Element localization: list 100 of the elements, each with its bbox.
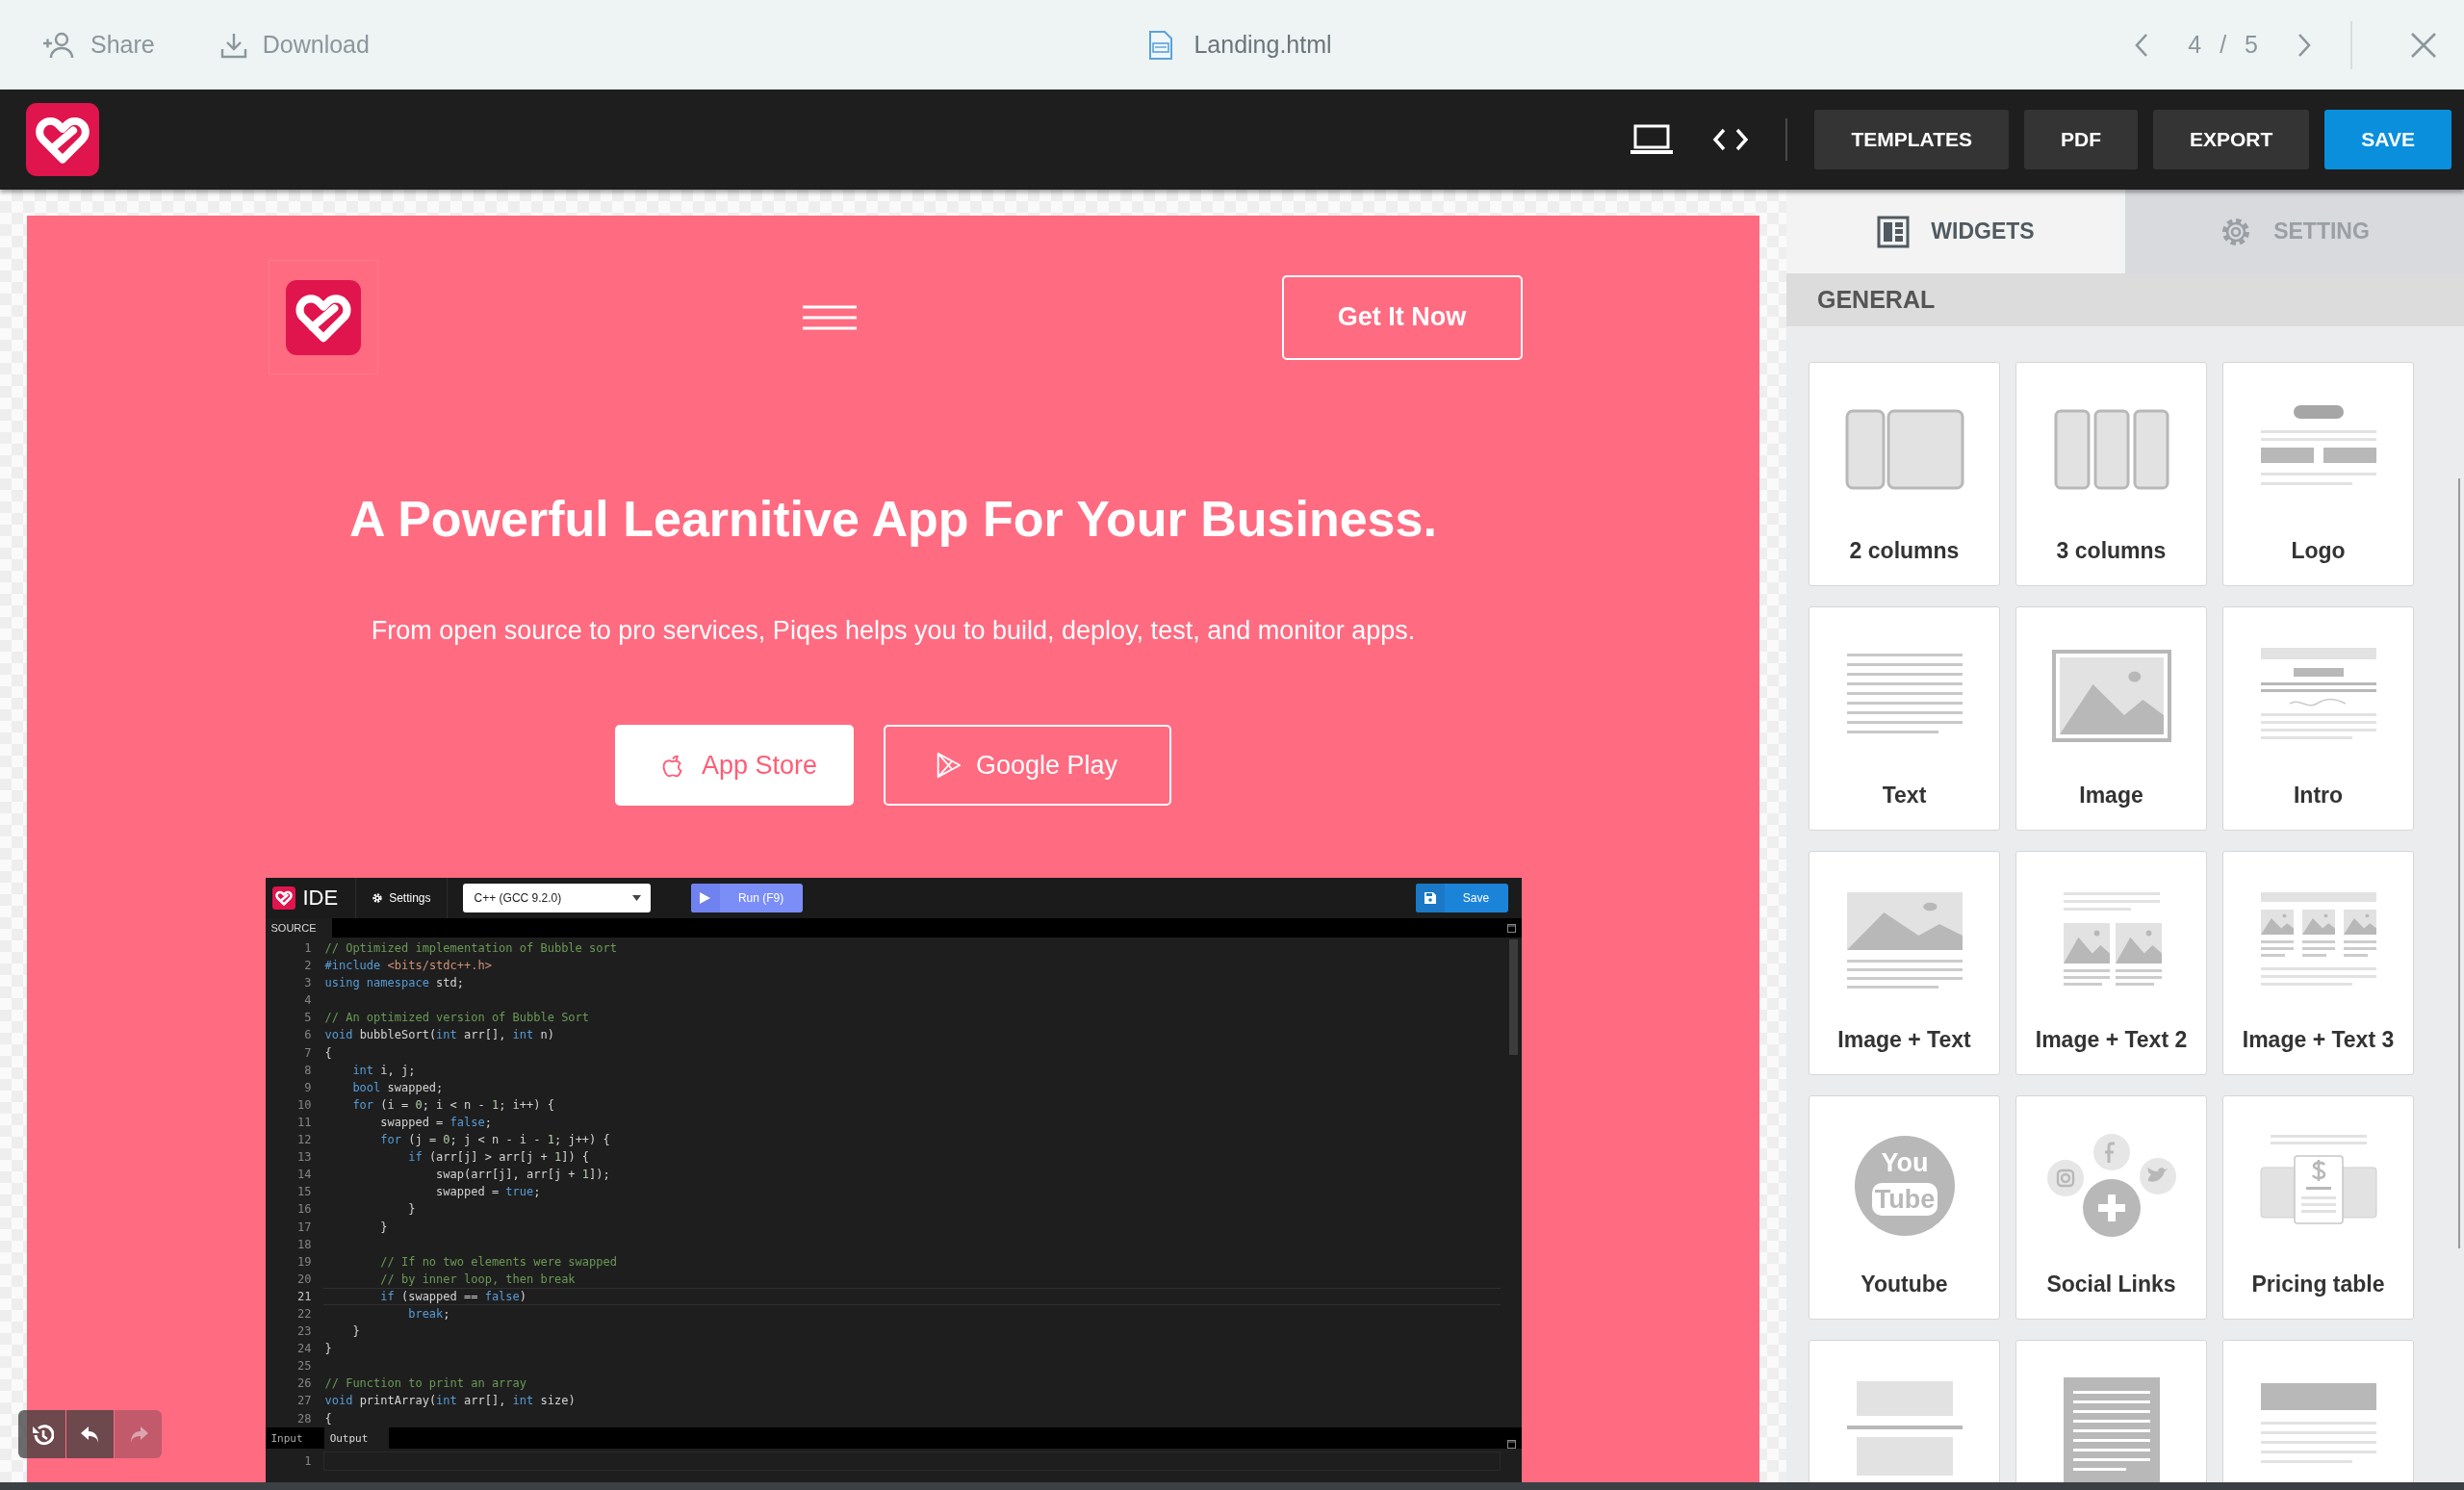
line-number: 7 (303, 1044, 313, 1062)
widget-label: Image + Text 2 (2035, 1027, 2188, 1053)
code-icon (1712, 127, 1750, 152)
code-view-button[interactable] (1712, 127, 1750, 152)
code-line: } (407, 1201, 417, 1219)
close-icon (2410, 31, 2437, 59)
history-button[interactable] (18, 1410, 65, 1458)
widget-card[interactable]: Social Links (2015, 1095, 2207, 1320)
code-line: for (j = 0; j < n - i - 1; j++) { (379, 1132, 611, 1149)
line-number: 12 (296, 1132, 313, 1149)
chevron-left-icon (2134, 32, 2150, 58)
widget-card[interactable]: Text (1809, 606, 2000, 831)
logo-text: You (1881, 1148, 1928, 1177)
page-counter: 4 / 5 (2188, 31, 2258, 59)
widget-label: Youtube (1861, 1272, 1948, 1297)
line-number: 22 (296, 1305, 313, 1323)
code-line: if (swapped == false) (322, 1287, 1501, 1305)
code-line: { (323, 1410, 333, 1427)
maximize-icon[interactable] (1506, 1440, 1516, 1449)
widget-label: Social Links (2046, 1272, 2176, 1297)
code-line: void printArray(int arr[], int size) (323, 1393, 577, 1410)
code-line: } (351, 1323, 361, 1341)
widget-card[interactable]: Intro (2222, 606, 2414, 831)
line-number: 11 (296, 1114, 313, 1131)
widget-card[interactable]: 2 columns (1809, 362, 2000, 586)
line-number: 28 (296, 1410, 313, 1427)
caret-icon (631, 895, 641, 901)
line-number: 20 (296, 1271, 313, 1288)
code-line: swapped = false; (379, 1114, 493, 1131)
previous-button[interactable] (2134, 32, 2150, 58)
language-select[interactable]: C++ (GCC 9.2.0) (462, 884, 651, 912)
toolbar-button[interactable]: EXPORT (2153, 110, 2310, 169)
code-line: using namespace std; (323, 975, 465, 992)
code-line: bool swapped; (351, 1079, 445, 1096)
line-number: 17 (296, 1219, 313, 1236)
line-number: 1 (303, 1454, 313, 1468)
close-button[interactable] (2410, 31, 2437, 59)
history-icon (30, 1423, 54, 1446)
widget-card[interactable]: Logo (2222, 362, 2414, 586)
widget-card[interactable]: Image + Text (1809, 851, 2000, 1075)
line-number: 16 (296, 1201, 313, 1219)
panel-tab[interactable]: WIDGETS (1786, 190, 2125, 273)
ide-title: IDE (302, 886, 339, 911)
menu-button[interactable] (802, 304, 858, 330)
add-person-icon (42, 30, 75, 60)
next-button[interactable] (2297, 32, 2312, 58)
language-value: C++ (GCC 9.2.0) (474, 891, 562, 905)
line-number: 24 (296, 1341, 313, 1358)
line-number: 26 (296, 1375, 313, 1393)
settings-icon (372, 892, 384, 904)
code-line: swap(arr[j], arr[j + 1]); (435, 1167, 611, 1184)
widget-card[interactable]: 3 columns (2015, 362, 2207, 586)
line-number: 14 (296, 1167, 313, 1184)
widget-card[interactable]: Image + Text 3 (2222, 851, 2414, 1075)
code-line: if (arr[j] > arr[j + 1]) { (407, 1149, 591, 1167)
code-line: } (379, 1219, 389, 1236)
save-button[interactable]: Save (1415, 884, 1508, 912)
code-line: int i, j; (351, 1062, 417, 1079)
hero-subtitle: From open source to pro services, Piqes helps you to build, deploy, test, and monitor apps. (371, 615, 1416, 647)
code-line: // Optimized implementation of Bubble sort (323, 940, 618, 957)
line-number: 6 (303, 1027, 313, 1044)
line-number: 13 (296, 1149, 313, 1167)
code-line: // If no two elements were swapped (379, 1253, 618, 1271)
save-button[interactable]: SAVE (2324, 110, 2451, 169)
line-number: 8 (303, 1062, 313, 1079)
hero-heading: A Powerful Learnitive App For Your Business. (349, 490, 1437, 549)
scrollbar[interactable] (1508, 939, 1518, 1055)
line-number: 1 (303, 940, 313, 957)
section-header: GENERAL (1786, 273, 2464, 326)
maximize-icon[interactable] (1506, 923, 1516, 933)
undo-button[interactable] (66, 1410, 114, 1458)
io-tab[interactable]: Output (323, 1427, 390, 1449)
toolbar-button[interactable]: TEMPLATES (1814, 110, 2009, 169)
toolbar-button[interactable]: PDF (2024, 110, 2138, 169)
desktop-view-button[interactable] (1630, 123, 1675, 156)
file-name: Landing.html (1194, 31, 1332, 59)
laptop-icon (1630, 123, 1675, 156)
widget-label: Text (1882, 783, 1927, 809)
chevron-right-icon (2297, 32, 2312, 58)
code-line: void bubbleSort(int arr[], int n) (323, 1027, 555, 1044)
ide-logo (271, 886, 295, 910)
widgets-icon (1877, 215, 1911, 248)
widget-label: 3 columns (2056, 538, 2167, 564)
widget-card[interactable]: Image (2015, 606, 2207, 831)
code-line: // by inner loop, then break (379, 1271, 577, 1288)
io-tab[interactable]: Input (265, 1427, 324, 1449)
widget-label: Logo (2291, 538, 2346, 564)
widget-card[interactable]: You Tube Youtube (1809, 1095, 2000, 1320)
code-line: { (323, 1044, 333, 1062)
line-number: 15 (296, 1184, 313, 1201)
line-number: 18 (296, 1236, 313, 1253)
widget-card[interactable]: Pricing table (2222, 1095, 2414, 1320)
source-tab[interactable]: SOURCE (265, 918, 332, 938)
scrollbar[interactable] (2458, 478, 2460, 1248)
code-line: break; (407, 1305, 451, 1323)
logo-text: Tube (1874, 1185, 1935, 1214)
widget-card[interactable]: Image + Text 2 (2015, 851, 2207, 1075)
code-line: for (i = 0; i < n - 1; i++) { (351, 1096, 555, 1114)
play-icon (700, 892, 711, 904)
widget-label: Image (2079, 783, 2143, 809)
